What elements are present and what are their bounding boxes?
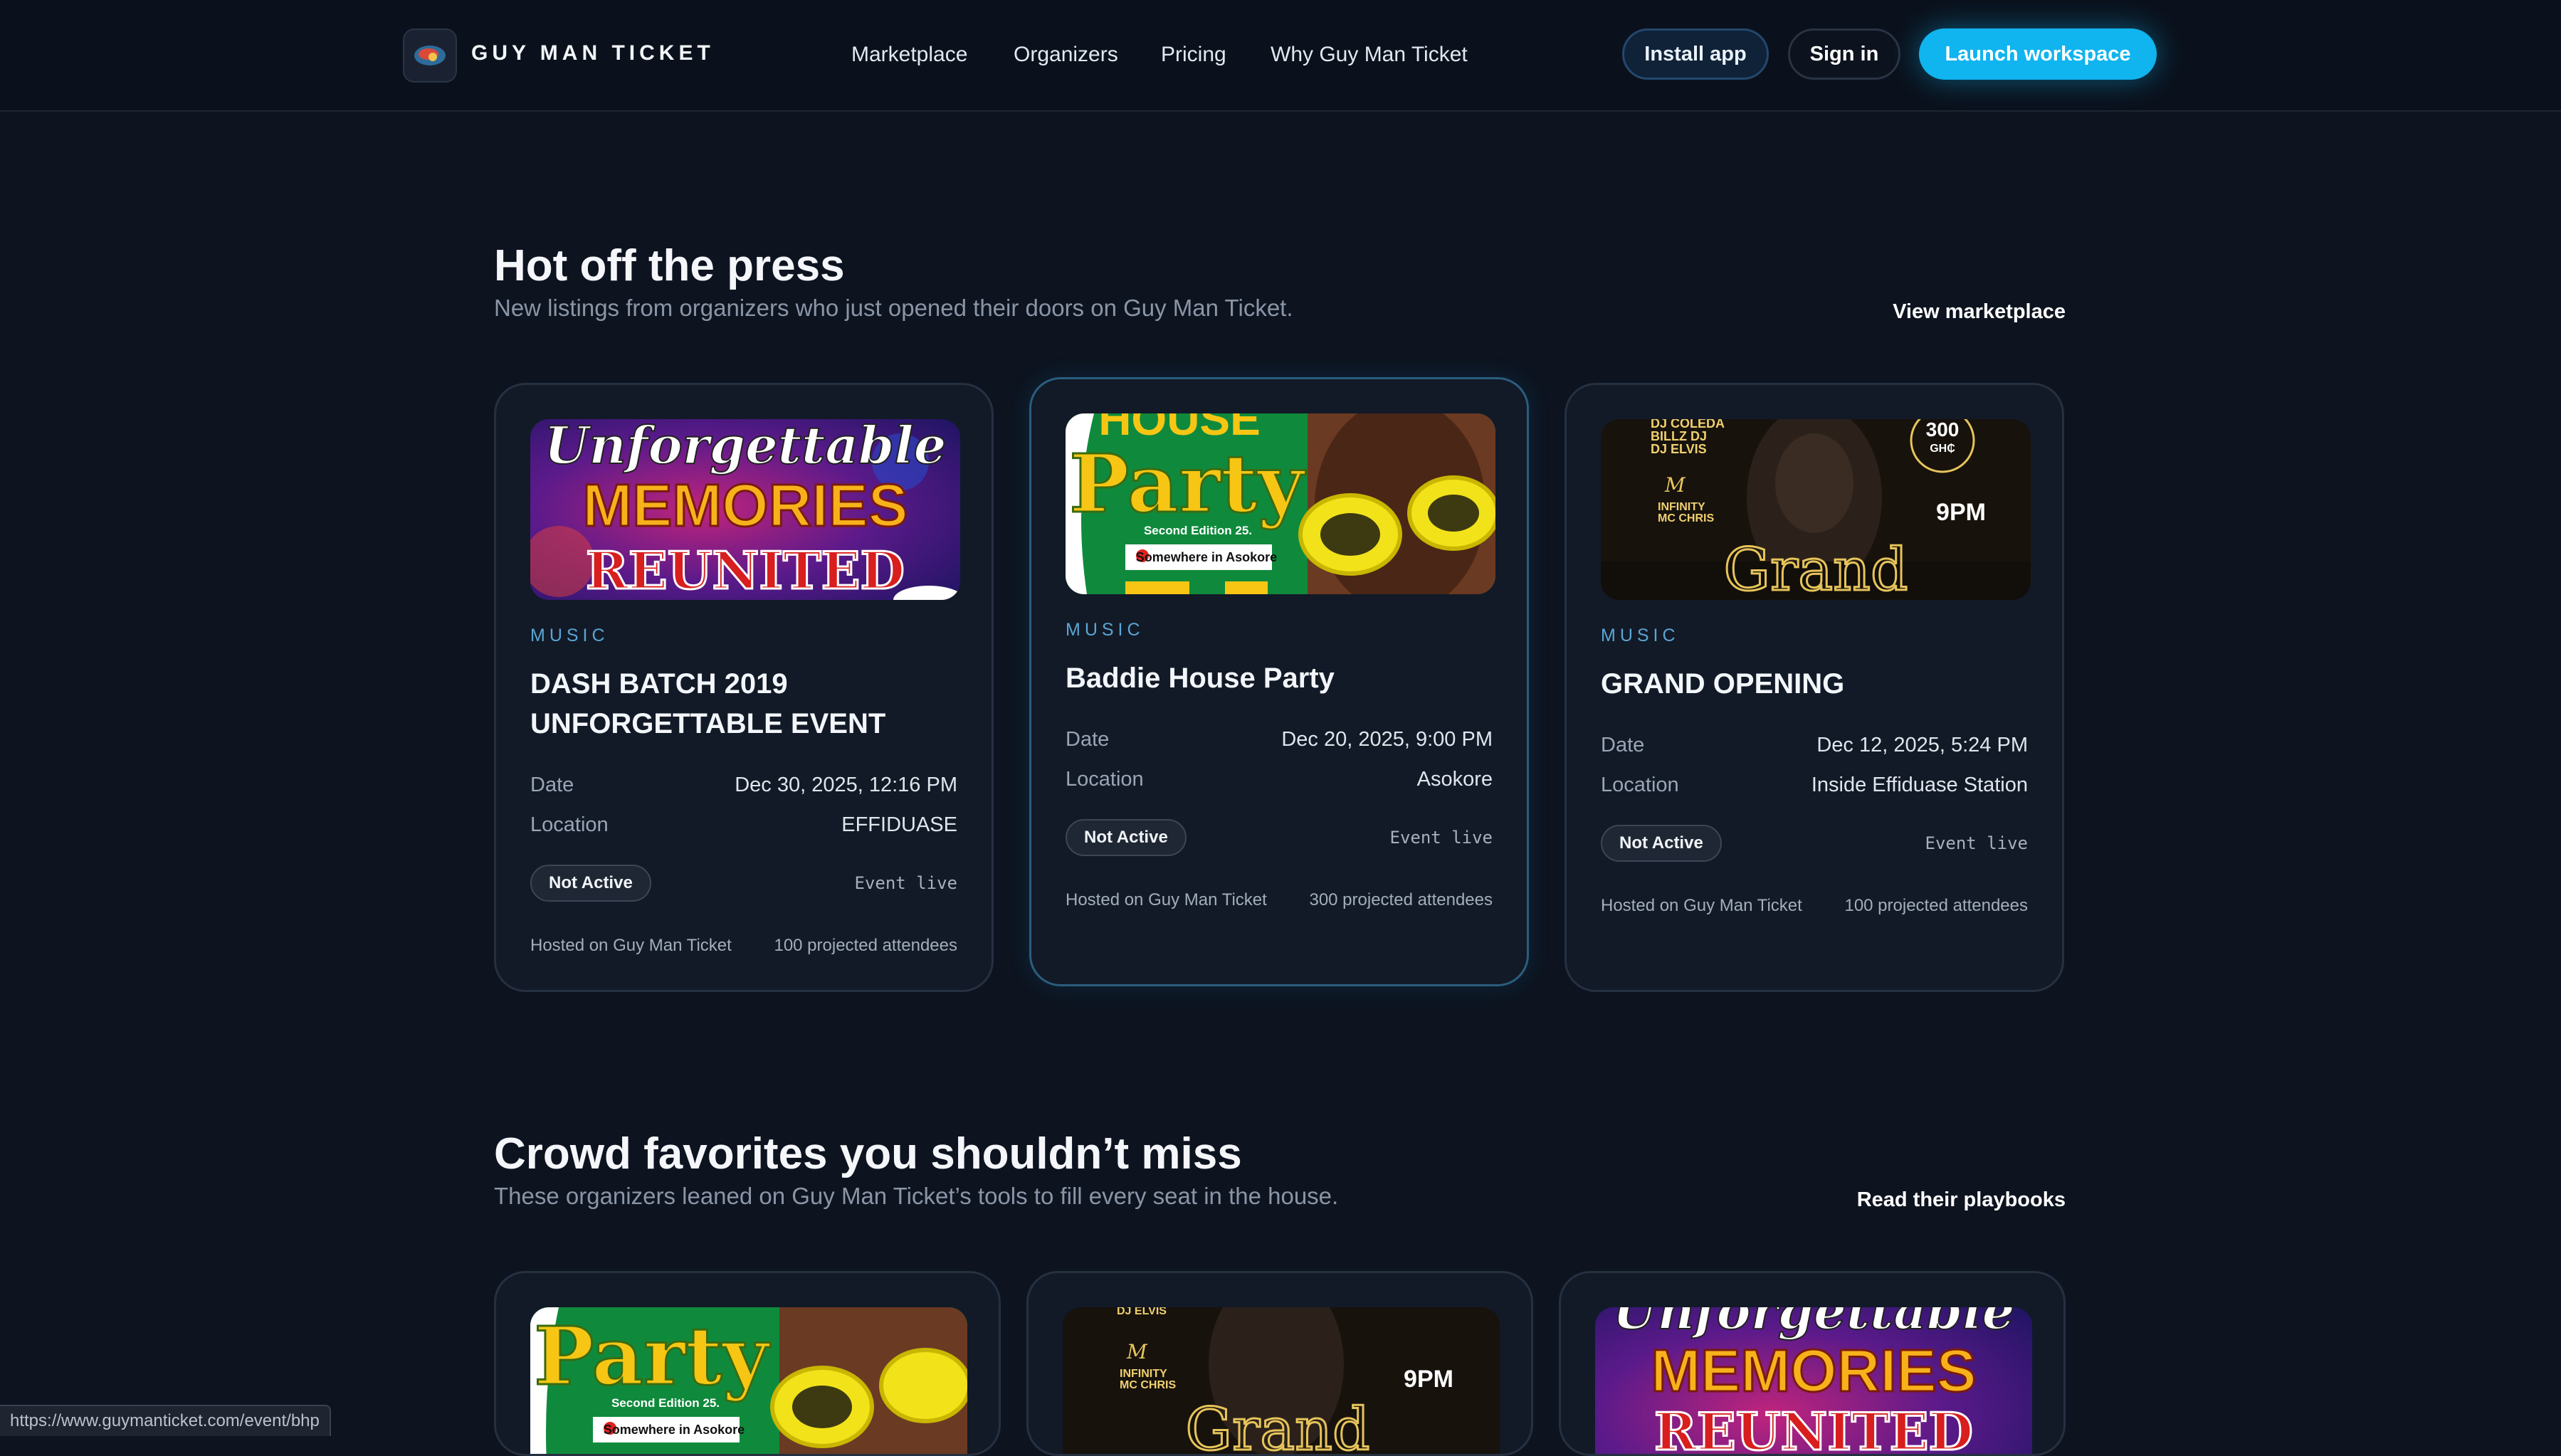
brand-logo-icon[interactable] — [403, 28, 457, 83]
status-bar-url: https://www.guymanticket.com/event/bhp — [0, 1405, 331, 1436]
event-date: Dec 20, 2025, 9:00 PM — [1281, 728, 1493, 751]
event-poster-image[interactable]: Party Second Edition 25. Somewhere in As… — [530, 1307, 967, 1454]
event-poster-image[interactable]: DJ COLEDA BILLZ DJ DJ ELVIS M INFINITY MC C… — [1601, 419, 2031, 600]
brand-name[interactable]: GUY MAN TICKET — [471, 41, 715, 65]
status-badge: Not Active — [1066, 819, 1187, 856]
event-title[interactable]: Baddie House Party — [1066, 658, 1497, 698]
nav-why-guy-man-ticket[interactable]: Why Guy Man Ticket — [1271, 43, 1468, 67]
location-label: Location — [530, 813, 609, 836]
nav-organizers[interactable]: Organizers — [1014, 43, 1118, 67]
poster-line1: Party — [534, 1310, 771, 1403]
nav-marketplace[interactable]: Marketplace — [851, 43, 967, 67]
install-app-button[interactable]: Install app — [1622, 28, 1769, 80]
section-subtitle-hot: New listings from organizers who just op… — [494, 295, 1293, 321]
hosted-on-text: Hosted on Guy Man Ticket — [1066, 890, 1267, 909]
event-title[interactable]: DASH BATCH 2019 UNFORGETTABLE EVENT — [530, 664, 962, 744]
location-label: Location — [1066, 768, 1144, 791]
event-date: Dec 30, 2025, 12:16 PM — [735, 774, 957, 796]
event-live-label: Event live — [1389, 828, 1493, 848]
poster-line3: REUNITED — [1654, 1401, 1973, 1456]
event-date: Dec 12, 2025, 5:24 PM — [1816, 734, 2028, 756]
view-marketplace-link[interactable]: View marketplace — [1893, 300, 2066, 324]
read-playbooks-link[interactable]: Read their playbooks — [1857, 1188, 2066, 1212]
event-category: MUSIC — [530, 626, 609, 645]
projected-attendees: 100 projected attendees — [774, 936, 957, 955]
poster-line2: MEMORIES — [582, 472, 908, 539]
event-category: MUSIC — [1601, 626, 1680, 645]
event-card[interactable]: DJ COLEDA BILLZ DJ DJ ELVIS M INFINITY MC C… — [1565, 383, 2064, 992]
poster-currency: GH₵ — [1930, 443, 1955, 455]
poster-line3: Somewhere in Asokore — [604, 1423, 745, 1437]
status-badge: Not Active — [1601, 825, 1722, 862]
poster-word: Grand — [1186, 1396, 1370, 1456]
event-card[interactable]: Party Second Edition 25. Somewhere in As… — [494, 1271, 1001, 1456]
event-poster-image[interactable]: Unforgettable MEMORIES REUNITED — [530, 419, 960, 600]
event-live-label: Event live — [1925, 833, 2029, 853]
svg-text:M: M — [1126, 1340, 1148, 1363]
event-card[interactable]: Unforgettable MEMORIES REUNITED MUSIC DA… — [494, 383, 994, 992]
event-location: Asokore — [1416, 768, 1493, 791]
poster-time: 9PM — [1936, 499, 1986, 526]
poster-line3: Second Edition 25. — [1144, 524, 1252, 537]
projected-attendees: 100 projected attendees — [1844, 896, 2028, 915]
hosted-on-text: Hosted on Guy Man Ticket — [1601, 896, 1802, 915]
poster-line2: MEMORIES — [1651, 1337, 1976, 1404]
top-navigation-bar: GUY MAN TICKET Marketplace Organizers Pr… — [0, 0, 2561, 112]
event-poster-image[interactable]: DJ ELVIS M INFINITY MC CHRIS 9PM Grand — [1063, 1307, 1500, 1456]
status-badge: Not Active — [530, 865, 651, 902]
section-subtitle-crowd: These organizers leaned on Guy Man Ticke… — [494, 1183, 1339, 1209]
event-card[interactable]: Unforgettable MEMORIES REUNITED — [1559, 1271, 2066, 1456]
date-label: Date — [1601, 734, 1645, 756]
poster-line2: Party — [1069, 438, 1306, 531]
hosted-on-text: Hosted on Guy Man Ticket — [530, 936, 732, 955]
section-title-crowd: Crowd favorites you shouldn’t miss — [494, 1129, 1242, 1178]
event-poster-image[interactable]: HOUSE Party Second Edition 25. Somewhere… — [1066, 413, 1495, 594]
event-live-label: Event live — [854, 873, 958, 893]
event-category: MUSIC — [1066, 620, 1145, 640]
event-card[interactable]: DJ ELVIS M INFINITY MC CHRIS 9PM Grand — [1026, 1271, 1533, 1456]
sign-in-button[interactable]: Sign in — [1788, 28, 1900, 80]
event-title[interactable]: GRAND OPENING — [1601, 664, 2032, 704]
poster-line4: Somewhere in Asokore — [1136, 550, 1277, 564]
location-label: Location — [1601, 774, 1679, 796]
event-location: Inside Effiduase Station — [1811, 774, 2028, 796]
poster-line1: Unforgettable — [1613, 1307, 2015, 1341]
event-location: EFFIDUASE — [841, 813, 957, 836]
event-card[interactable]: HOUSE Party Second Edition 25. Somewhere… — [1029, 377, 1529, 986]
poster-price: 300 — [1926, 419, 1960, 441]
poster-line3: REUNITED — [586, 540, 905, 600]
date-label: Date — [1066, 728, 1110, 751]
nav-pricing[interactable]: Pricing — [1161, 43, 1226, 67]
poster-time: 9PM — [1404, 1366, 1453, 1393]
event-poster-image[interactable]: Unforgettable MEMORIES REUNITED — [1595, 1307, 2032, 1456]
poster-word: Grand — [1724, 537, 1908, 600]
svg-text:M: M — [1664, 473, 1686, 497]
launch-workspace-button[interactable]: Launch workspace — [1919, 28, 2157, 80]
poster-line2: Second Edition 25. — [611, 1396, 720, 1410]
section-title-hot: Hot off the press — [494, 241, 845, 290]
poster-line1: Unforgettable — [545, 419, 947, 475]
poster-dj: DJ ELVIS — [1117, 1307, 1167, 1317]
projected-attendees: 300 projected attendees — [1309, 890, 1493, 909]
date-label: Date — [530, 774, 574, 796]
